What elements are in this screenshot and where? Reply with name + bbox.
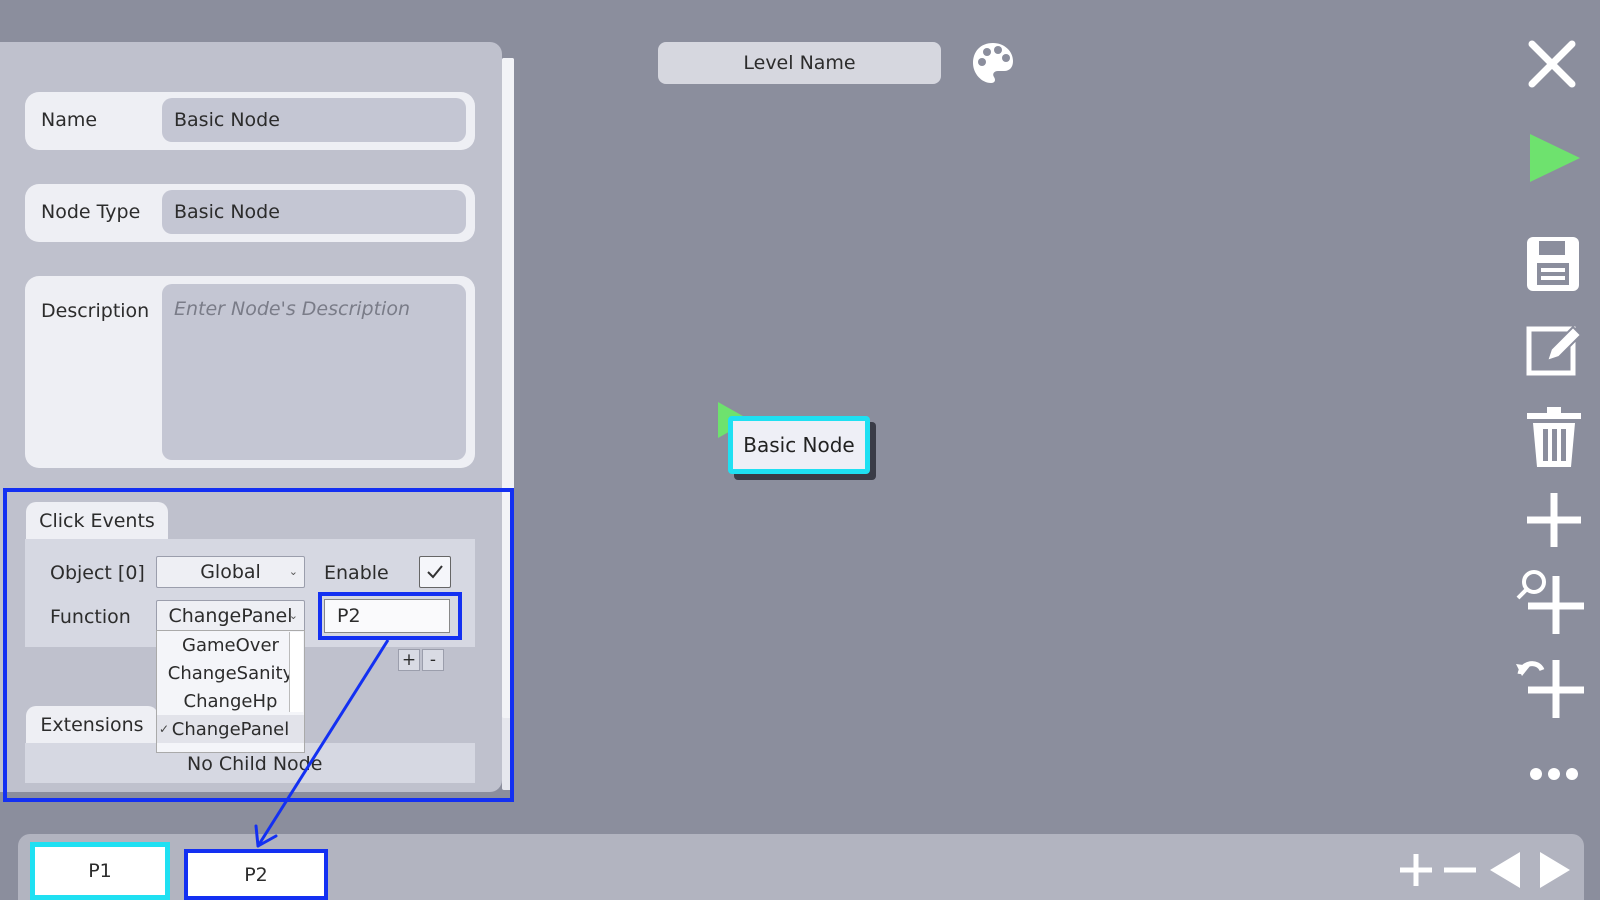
annotation-arrow (254, 639, 390, 848)
